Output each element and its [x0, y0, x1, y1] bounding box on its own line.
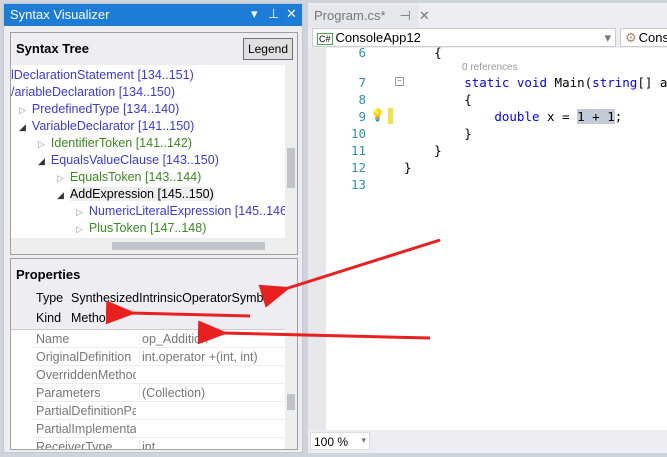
arrow-to-name: [197, 320, 431, 345]
annotation-arrows: [105, 238, 441, 345]
arrow-to-type: [258, 238, 441, 308]
arrow-to-kind: [105, 300, 251, 325]
